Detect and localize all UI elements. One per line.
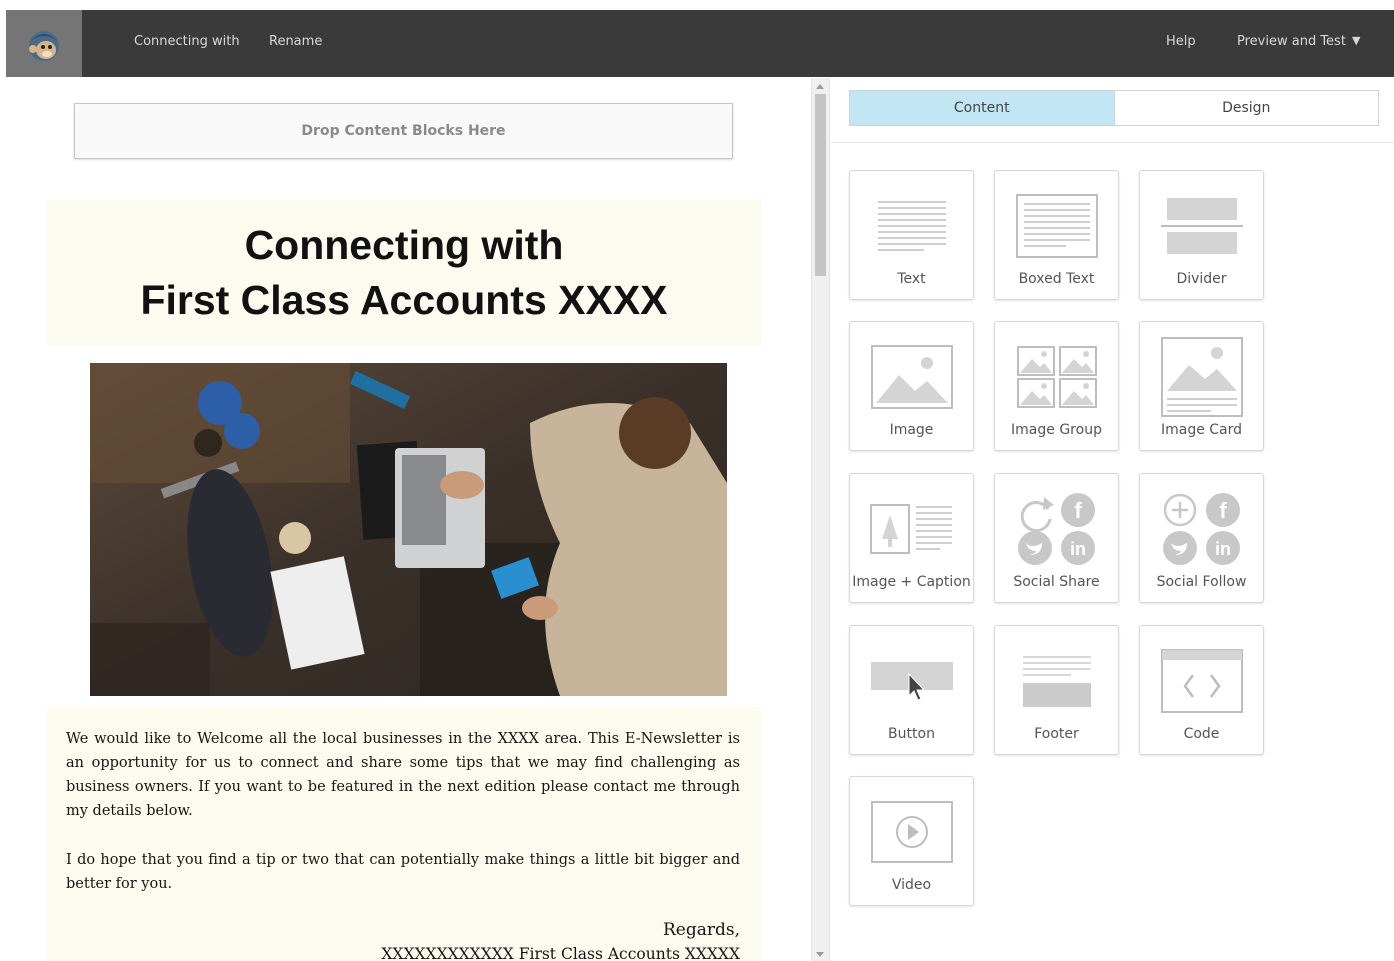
block-image-caption[interactable]: Image + Caption xyxy=(849,473,974,603)
block-text[interactable]: Text xyxy=(849,170,974,300)
svg-text:in: in xyxy=(1070,539,1086,559)
drop-content-blocks-zone[interactable]: Drop Content Blocks Here xyxy=(74,103,733,159)
block-image-card[interactable]: Image Card xyxy=(1139,321,1264,451)
block-divider[interactable]: Divider xyxy=(1139,170,1264,300)
text-block-icon xyxy=(850,183,973,269)
app-logo[interactable] xyxy=(6,10,82,77)
svg-text:in: in xyxy=(1215,539,1231,559)
image-group-block-icon xyxy=(995,334,1118,420)
tab-design[interactable]: Design xyxy=(1115,91,1379,125)
block-label: Image Card xyxy=(1160,422,1243,438)
block-label: Image xyxy=(889,422,934,438)
block-label: Social Share xyxy=(1013,574,1100,590)
workshop-photo[interactable] xyxy=(90,363,727,696)
block-footer[interactable]: Footer xyxy=(994,625,1119,755)
footer-block-icon xyxy=(995,638,1118,724)
preview-and-test-menu[interactable]: Preview and Test ▼ xyxy=(1237,34,1360,49)
editor-scrollbar[interactable] xyxy=(811,78,830,961)
block-label: Footer xyxy=(1034,726,1079,742)
block-label: Boxed Text xyxy=(1018,271,1095,287)
block-label: Code xyxy=(1183,726,1220,742)
campaign-title-link[interactable]: Connecting with xyxy=(134,34,240,49)
block-image[interactable]: Image xyxy=(849,321,974,451)
video-block-icon xyxy=(850,789,973,875)
monkey-logo-icon xyxy=(29,30,59,61)
scroll-down-arrow-icon[interactable] xyxy=(816,952,824,957)
boxed-text-block-icon xyxy=(995,183,1118,269)
regards-text: Regards, xyxy=(662,920,740,940)
tab-content[interactable]: Content xyxy=(850,91,1115,125)
drop-zone-label: Drop Content Blocks Here xyxy=(301,123,506,139)
block-image-group[interactable]: Image Group xyxy=(994,321,1119,451)
code-block-icon xyxy=(1140,638,1263,724)
panel-divider xyxy=(831,142,1394,143)
heading-block[interactable]: Connecting with First Class Accounts XXX… xyxy=(47,200,761,346)
block-label: Divider xyxy=(1176,271,1227,287)
block-label: Text xyxy=(897,271,926,287)
body-text-block[interactable]: We would like to Welcome all the local b… xyxy=(47,707,761,961)
block-label: Button xyxy=(888,726,935,742)
svg-text:f: f xyxy=(1219,498,1227,523)
image-card-block-icon xyxy=(1140,334,1263,420)
heading-line-2: First Class Accounts XXXX xyxy=(140,277,668,323)
block-button[interactable]: Button xyxy=(849,625,974,755)
image-block-icon xyxy=(850,334,973,420)
help-link[interactable]: Help xyxy=(1166,34,1196,49)
signature-text: XXXXXXXXXXXX First Class Accounts XXXXX xyxy=(381,945,740,961)
body-paragraph-2: I do hope that you find a tip or two tha… xyxy=(66,852,740,892)
block-label: Video xyxy=(891,877,932,893)
block-code[interactable]: Code xyxy=(1139,625,1264,755)
divider-block-icon xyxy=(1140,183,1263,269)
block-label: Image + Caption xyxy=(852,574,971,590)
panel-tabs: Content Design xyxy=(849,90,1379,126)
block-social-share[interactable]: f in Social Share xyxy=(994,473,1119,603)
chevron-down-icon: ▼ xyxy=(1351,34,1361,47)
rename-link[interactable]: Rename xyxy=(269,34,322,49)
svg-text:f: f xyxy=(1074,498,1082,523)
block-social-follow[interactable]: f in Social Follow xyxy=(1139,473,1264,603)
image-caption-block-icon xyxy=(850,486,973,572)
social-follow-block-icon: f in xyxy=(1140,486,1263,572)
block-label: Social Follow xyxy=(1156,574,1247,590)
block-label: Image Group xyxy=(1011,422,1102,438)
workshop-photo-image xyxy=(90,363,727,696)
button-block-icon xyxy=(850,638,973,724)
top-bar: Connecting with Rename Help Preview and … xyxy=(6,10,1394,77)
block-boxed-text[interactable]: Boxed Text xyxy=(994,170,1119,300)
preview-and-test-label: Preview and Test xyxy=(1237,34,1346,49)
heading-line-1: Connecting with xyxy=(244,222,564,268)
body-paragraph-1: We would like to Welcome all the local b… xyxy=(66,731,740,819)
scroll-up-arrow-icon[interactable] xyxy=(816,84,824,89)
scrollbar-thumb[interactable] xyxy=(815,94,826,276)
social-share-block-icon: f in xyxy=(995,486,1118,572)
block-video[interactable]: Video xyxy=(849,776,974,906)
